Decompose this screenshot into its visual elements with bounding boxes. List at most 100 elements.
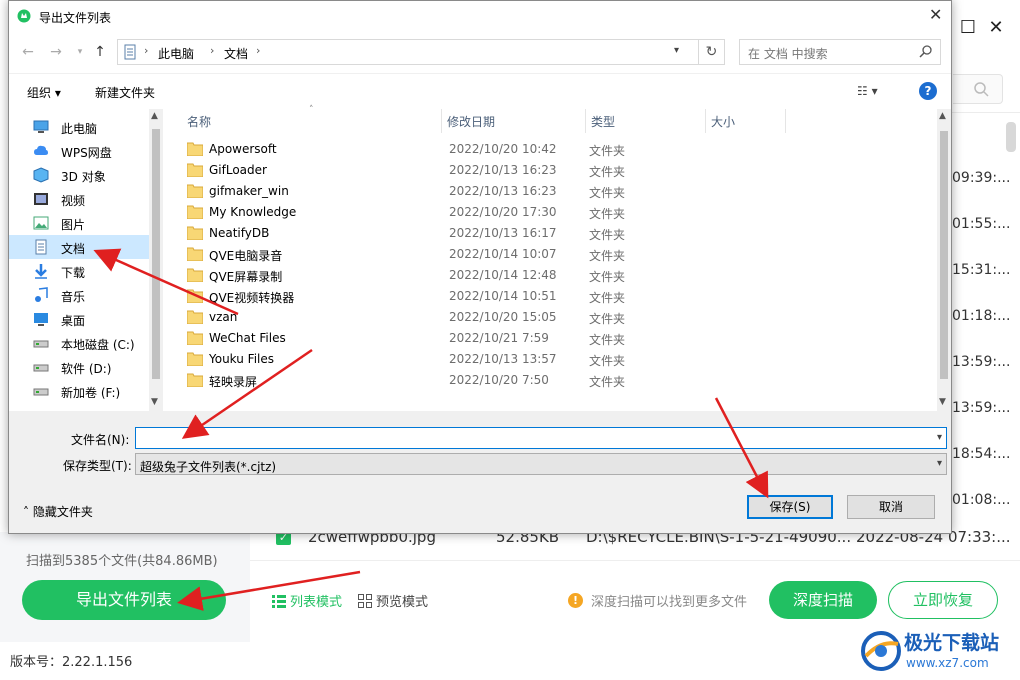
breadcrumb-this-pc[interactable]: 此电脑 (158, 45, 194, 62)
chevron-down-icon[interactable]: ▼ (939, 397, 946, 407)
refresh-icon[interactable]: ↻ (699, 39, 725, 65)
scrollbar-thumb[interactable] (940, 131, 948, 379)
close-icon[interactable]: ✕ (986, 18, 1006, 38)
save-form: 文件名(N): ▾ 保存类型(T): 超级兔子文件列表(*.cjtz) ▾ (9, 411, 951, 481)
save-button[interactable]: 保存(S) (747, 495, 833, 519)
organize-menu[interactable]: 组织 ▾ (27, 84, 61, 101)
modified-time-cell: 01:55:... (952, 216, 1011, 232)
file-date: 2022/10/13 16:23 (449, 184, 557, 198)
nav-item[interactable]: 本地磁盘 (C:) (9, 331, 149, 355)
up-arrow-icon[interactable]: ↑ (91, 43, 109, 61)
new-folder-button[interactable]: 新建文件夹 (95, 84, 155, 101)
search-icon (919, 45, 932, 58)
search-placeholder: 在 文档 中搜索 (748, 47, 828, 61)
column-header-type[interactable]: 类型 (591, 113, 615, 133)
preview-mode-toggle[interactable]: 预览模式 (358, 591, 428, 610)
grid-icon (358, 593, 372, 608)
nav-scrollbar[interactable]: ▲ ▼ (149, 109, 163, 411)
chevron-up-icon[interactable]: ▲ (939, 111, 946, 121)
file-row[interactable]: QVE电脑录音 2022/10/14 10:07 文件夹 (183, 244, 923, 265)
app-logo-icon (17, 9, 31, 23)
export-file-list-button[interactable]: 导出文件列表 (22, 580, 226, 620)
scrollbar-thumb[interactable] (152, 129, 160, 379)
chevron-down-icon[interactable]: ▾ (937, 432, 942, 443)
breadcrumb-documents[interactable]: 文档 (224, 45, 248, 62)
file-row[interactable]: NeatifyDB 2022/10/13 16:17 文件夹 (183, 223, 923, 244)
file-date: 2022/10/20 17:30 (449, 205, 557, 219)
cancel-button[interactable]: 取消 (847, 495, 935, 519)
nav-item[interactable]: 新加卷 (F:) (9, 379, 149, 403)
hide-folders-toggle[interactable]: ˄ 隐藏文件夹 (23, 503, 93, 520)
column-divider[interactable] (785, 109, 786, 133)
file-list-pane: 名称 ˄ 修改日期 类型 大小 Apowersoft 2022/10/20 10:… (163, 105, 951, 411)
column-divider[interactable] (705, 109, 706, 133)
nav-item[interactable]: 视频 (9, 187, 149, 211)
file-row[interactable]: Apowersoft 2022/10/20 10:42 文件夹 (183, 139, 923, 160)
chevron-down-icon[interactable]: ▼ (151, 397, 158, 407)
folder-search-input[interactable]: 在 文档 中搜索 (739, 39, 941, 65)
chevron-right-icon[interactable]: › (256, 44, 260, 57)
file-date: 2022/10/20 7:50 (449, 373, 549, 387)
file-row[interactable]: WeChat Files 2022/10/21 7:59 文件夹 (183, 328, 923, 349)
column-divider[interactable] (441, 109, 442, 133)
file-name: QVE屏幕录制 (209, 270, 283, 284)
help-icon[interactable]: ? (919, 82, 937, 100)
column-divider[interactable] (585, 109, 586, 133)
recover-now-button[interactable]: 立即恢复 (888, 581, 998, 619)
chevron-up-icon[interactable]: ▲ (151, 111, 158, 121)
file-row[interactable]: My Knowledge 2022/10/20 17:30 文件夹 (183, 202, 923, 223)
close-icon[interactable]: ✕ (929, 7, 942, 23)
modified-time-cell: 15:31:... (952, 262, 1011, 278)
forward-arrow-icon[interactable]: → (47, 43, 65, 61)
file-type: 文件夹 (589, 165, 626, 179)
app-search-box[interactable] (953, 74, 1003, 104)
version-label: 版本号：2.22.1.156 (10, 655, 133, 670)
nav-item[interactable]: 图片 (9, 211, 149, 235)
file-row[interactable]: gifmaker_win 2022/10/13 16:23 文件夹 (183, 181, 923, 202)
folder-icon (187, 373, 203, 387)
file-row[interactable]: QVE视频转换器 2022/10/14 10:51 文件夹 (183, 286, 923, 307)
nav-item-label: 音乐 (61, 290, 86, 304)
cube-icon (33, 167, 49, 183)
file-row[interactable]: QVE屏幕录制 2022/10/14 12:48 文件夹 (183, 265, 923, 286)
drive-icon (33, 340, 49, 348)
nav-item[interactable]: 下载 (9, 259, 149, 283)
file-row[interactable]: GifLoader 2022/10/13 16:23 文件夹 (183, 160, 923, 181)
chevron-down-icon[interactable]: ▾ (937, 458, 942, 469)
dialog-footer: ˄ 隐藏文件夹 保存(S) 取消 (9, 481, 951, 533)
nav-item[interactable]: 此电脑 (9, 115, 149, 139)
file-row[interactable]: vzan 2022/10/20 15:05 文件夹 (183, 307, 923, 328)
modified-time-cell: 09:39:... (952, 170, 1011, 186)
address-bar[interactable]: › 此电脑 › 文档 › ▾ (117, 39, 699, 65)
nav-item[interactable]: 音乐 (9, 283, 149, 307)
nav-item-label: 3D 对象 (61, 170, 106, 184)
nav-item[interactable]: 3D 对象 (9, 163, 149, 187)
filetype-value: 超级兔子文件列表(*.cjtz) (140, 460, 277, 474)
column-header-date[interactable]: 修改日期 (447, 113, 495, 133)
view-options-icon[interactable]: ☷ ▾ (857, 84, 878, 98)
scrollbar[interactable] (1006, 122, 1016, 152)
chevron-right-icon[interactable]: › (144, 44, 148, 57)
chevron-down-icon[interactable]: ▾ (674, 45, 679, 56)
recent-dropdown-icon[interactable]: ▾ (71, 43, 89, 61)
file-row[interactable]: 轻映录屏 2022/10/20 7:50 文件夹 (183, 370, 923, 391)
nav-item[interactable]: WPS网盘 (9, 139, 149, 163)
chevron-right-icon[interactable]: › (210, 44, 214, 57)
column-header-size[interactable]: 大小 (711, 113, 735, 133)
maximize-icon[interactable]: ☐ (958, 18, 978, 38)
nav-item[interactable]: 文档 (9, 235, 149, 259)
filetype-select[interactable]: 超级兔子文件列表(*.cjtz) ▾ (135, 453, 947, 475)
file-row[interactable]: Youku Files 2022/10/13 13:57 文件夹 (183, 349, 923, 370)
folder-icon (187, 205, 203, 219)
back-arrow-icon[interactable]: ← (19, 43, 37, 61)
column-header-name[interactable]: 名称 (187, 113, 211, 133)
nav-item[interactable]: 软件 (D:) (9, 355, 149, 379)
file-list-scrollbar[interactable]: ▲ ▼ (937, 109, 951, 411)
modified-time-column: 09:39:... 01:55:... 15:31:... 01:18:... 13:5… (952, 166, 1020, 626)
deep-scan-button[interactable]: 深度扫描 (769, 581, 877, 619)
filename-input[interactable]: ▾ (135, 427, 947, 449)
list-mode-toggle[interactable]: 列表模式 (272, 591, 342, 610)
search-icon (974, 82, 989, 97)
folder-icon (187, 352, 203, 366)
nav-item[interactable]: 桌面 (9, 307, 149, 331)
